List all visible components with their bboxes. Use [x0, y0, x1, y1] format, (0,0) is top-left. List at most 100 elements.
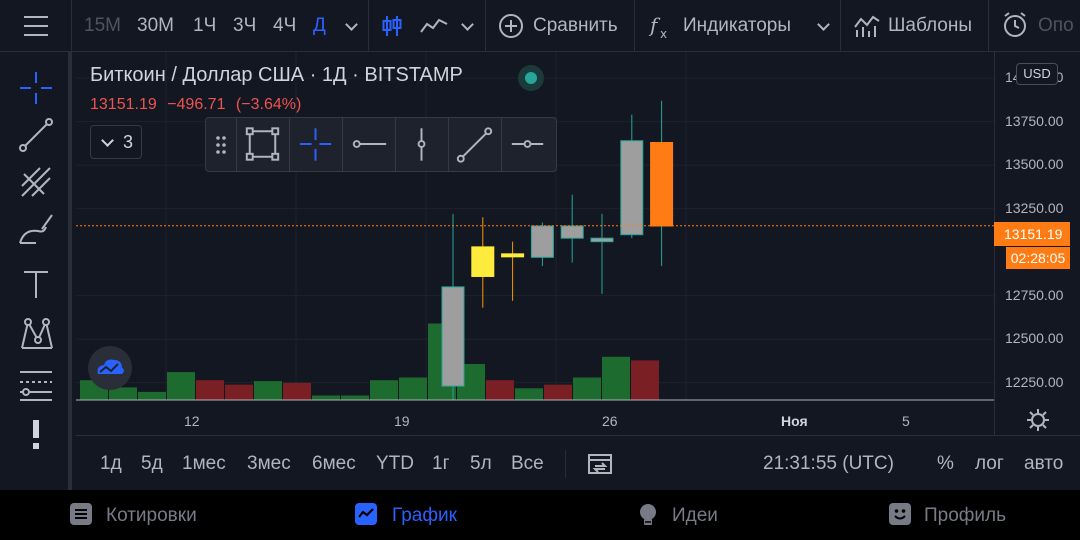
interval-4h[interactable]: 4Ч	[273, 0, 296, 52]
toolbar-divider	[368, 0, 369, 52]
prediction-tool-icon[interactable]	[16, 364, 56, 404]
price-tick-label: 12500.00	[1005, 330, 1064, 347]
brush-icon[interactable]	[16, 209, 56, 249]
drawing-toolbar	[0, 52, 72, 490]
menu-icon-line	[24, 34, 48, 36]
price-tick-label: 13500.00	[1005, 156, 1064, 173]
crosshair-icon[interactable]	[16, 68, 56, 108]
compare-button[interactable]: Сравнить	[533, 0, 618, 52]
tradingview-logo[interactable]	[88, 346, 132, 390]
volume-bar	[225, 384, 253, 400]
auto-scale-toggle[interactable]: авто	[1024, 436, 1063, 491]
quotes-list-icon[interactable]	[69, 502, 93, 526]
candle-body	[471, 246, 495, 277]
utc-clock[interactable]: 21:31:55 (UTC)	[763, 436, 894, 491]
alerts-button[interactable]: Опо	[1038, 0, 1074, 52]
interval-dropdown-chevron-icon[interactable]	[345, 18, 358, 31]
collapse-indicators-button[interactable]: 3	[90, 125, 142, 159]
templates-icon[interactable]	[853, 13, 881, 39]
legend-change-pct: (−3.64%)	[235, 96, 302, 113]
interval-30m[interactable]: 30М	[137, 0, 174, 52]
nav-quotes[interactable]: Котировки	[106, 490, 197, 540]
candle-body	[530, 225, 554, 258]
pattern-tool-icon[interactable]	[16, 314, 56, 354]
legend-change: −496.71	[167, 96, 226, 113]
text-tool-icon[interactable]	[16, 264, 56, 304]
interval-1d[interactable]: Д	[313, 0, 326, 52]
indicators-button[interactable]: Индикаторы	[683, 0, 791, 52]
chart-type-dropdown-chevron-icon[interactable]	[461, 18, 474, 31]
chevron-down-icon	[101, 134, 114, 147]
lightbulb-icon[interactable]	[636, 502, 660, 526]
volume-bar	[399, 377, 427, 400]
log-scale-toggle[interactable]: лог	[975, 436, 1004, 491]
time-axis[interactable]: 12 19 26 Ноя 5	[76, 407, 994, 435]
candle-body	[650, 141, 674, 227]
price-tick-label: 12250.00	[1005, 373, 1064, 390]
range-ytd[interactable]: YTD	[376, 436, 414, 491]
candle-body	[590, 237, 614, 243]
horizontal-line-icon[interactable]	[501, 118, 553, 171]
volume-bar	[254, 381, 282, 400]
goto-date-icon[interactable]	[587, 451, 613, 477]
chart-nav-icon[interactable]	[354, 502, 378, 526]
range-1m[interactable]: 1мес	[182, 436, 226, 491]
interval-1h[interactable]: 1Ч	[193, 0, 216, 52]
indicators-fx-icon[interactable]: f x	[648, 12, 674, 40]
gear-icon[interactable]	[1024, 406, 1052, 434]
nav-ideas[interactable]: Идеи	[672, 490, 718, 540]
range-1y[interactable]: 1г	[432, 436, 450, 491]
time-tick-label: 19	[394, 413, 410, 429]
menu-icon	[24, 16, 48, 18]
rectangle-tool-icon[interactable]	[236, 118, 288, 171]
volume-bar	[631, 360, 659, 400]
crosshair-icon[interactable]	[289, 118, 341, 171]
candle-body	[560, 225, 584, 239]
legend-price: 13151.19	[90, 96, 157, 113]
range-divider	[565, 450, 566, 478]
currency-badge[interactable]: USD	[1016, 63, 1058, 85]
vertical-line-icon[interactable]	[395, 118, 447, 171]
volume-bar	[544, 384, 572, 400]
volume-bar	[196, 380, 224, 400]
price-tick-label: 13750.00	[1005, 112, 1064, 129]
volume-bar	[341, 395, 369, 400]
trend-line-icon[interactable]	[16, 115, 56, 155]
time-tick-label: 26	[602, 413, 618, 429]
line-chart-type-icon[interactable]	[420, 14, 448, 38]
range-3m[interactable]: 3мес	[247, 436, 291, 491]
indicator-count: 3	[123, 132, 134, 152]
profile-smile-icon[interactable]	[888, 502, 912, 526]
percent-scale-toggle[interactable]: %	[937, 436, 954, 491]
nav-chart[interactable]: График	[392, 490, 457, 540]
pitchfork-icon[interactable]	[16, 162, 56, 202]
range-5d[interactable]: 5д	[141, 436, 163, 491]
menu-button[interactable]	[0, 0, 72, 52]
horizontal-ray-icon[interactable]	[342, 118, 394, 171]
bottom-navigation: Котировки График Идеи Профиль	[0, 490, 1080, 540]
toolbar-divider	[634, 0, 635, 52]
exclamation-icon[interactable]	[16, 414, 56, 454]
volume-bar	[370, 380, 398, 400]
time-tick-label: 5	[902, 413, 910, 429]
interval-15m[interactable]: 15М	[84, 0, 121, 52]
trend-line-icon[interactable]	[448, 118, 500, 171]
top-toolbar: 15М 30М 1Ч 3Ч 4Ч Д Сравнить f x Индикато…	[0, 0, 1080, 52]
templates-button[interactable]: Шаблоны	[888, 0, 972, 52]
nav-profile[interactable]: Профиль	[924, 490, 1006, 540]
volume-bar	[573, 377, 601, 400]
range-6m[interactable]: 6мес	[312, 436, 356, 491]
drag-handle-icon[interactable]	[206, 118, 236, 171]
alert-clock-icon[interactable]	[1002, 12, 1030, 40]
symbol-title[interactable]: Биткоин / Доллар США · 1Д · BITSTAMP	[90, 64, 463, 87]
interval-3h[interactable]: 3Ч	[233, 0, 256, 52]
range-all[interactable]: Все	[511, 436, 544, 491]
indicators-dropdown-chevron-icon[interactable]	[817, 18, 830, 31]
volume-bar	[486, 380, 514, 400]
range-5y[interactable]: 5л	[470, 436, 492, 491]
candle-body	[620, 140, 644, 236]
candles-chart-type-icon[interactable]	[380, 14, 404, 38]
range-1d[interactable]: 1д	[100, 436, 122, 491]
compare-plus-icon[interactable]	[498, 13, 524, 39]
cloud-logo-icon	[97, 359, 124, 374]
